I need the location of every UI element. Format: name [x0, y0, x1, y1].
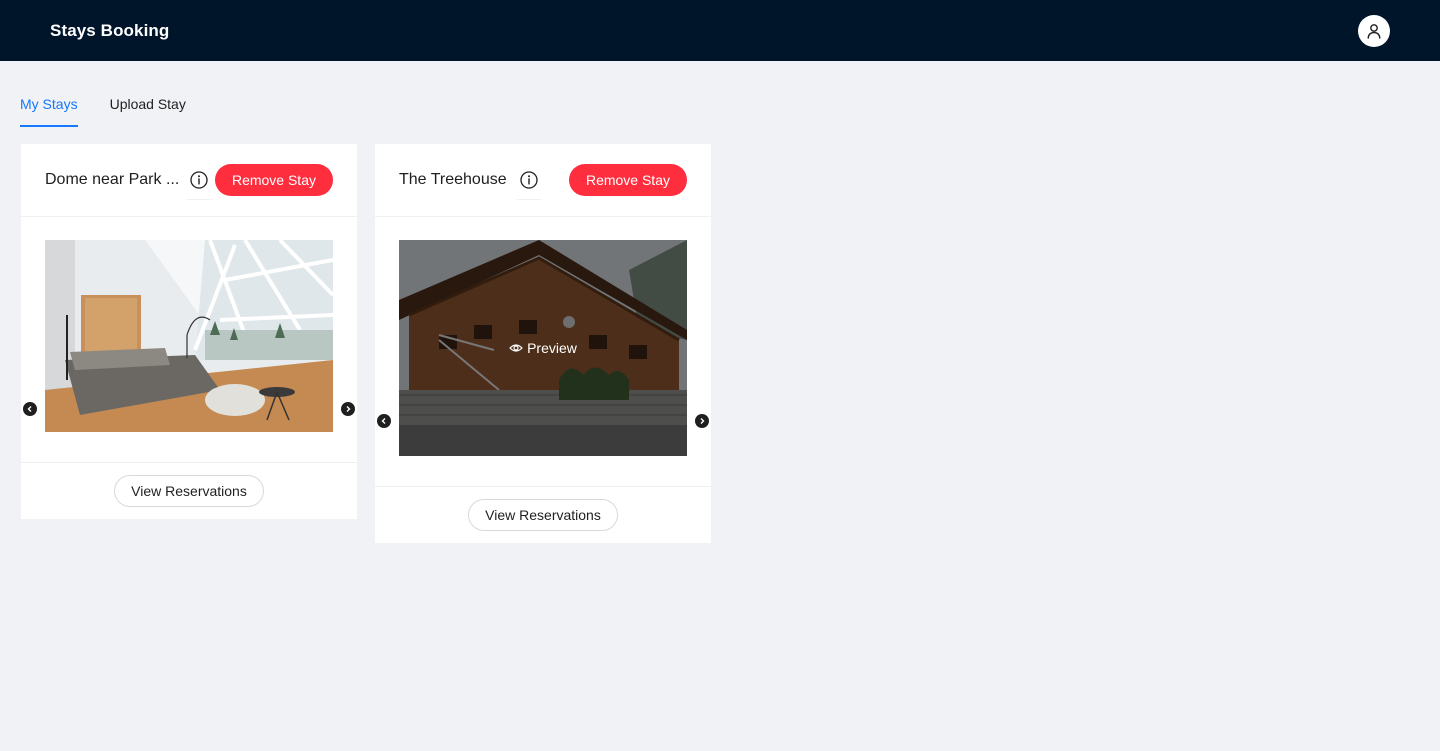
chevron-left-icon: [27, 406, 32, 412]
chevron-right-icon: [700, 418, 705, 424]
photo-frame[interactable]: Preview: [399, 240, 687, 456]
stay-title: Dome near Park ...: [45, 171, 180, 188]
carousel-next-button[interactable]: [695, 414, 709, 428]
tab-my-stays[interactable]: My Stays: [20, 84, 78, 127]
preview-overlay[interactable]: Preview: [399, 240, 687, 456]
remove-stay-button[interactable]: Remove Stay: [214, 164, 333, 196]
view-reservations-button[interactable]: View Reservations: [114, 475, 264, 507]
card-footer: View Reservations: [375, 486, 711, 543]
carousel-prev-button[interactable]: [23, 402, 37, 416]
top-navbar: Stays Booking: [0, 0, 1440, 61]
card-footer: View Reservations: [21, 462, 357, 519]
user-avatar[interactable]: [1358, 14, 1390, 47]
chevron-left-icon: [381, 418, 386, 424]
eye-icon: [509, 344, 523, 352]
info-button[interactable]: [516, 164, 541, 200]
info-button[interactable]: [187, 164, 212, 200]
photo-carousel: [21, 217, 357, 462]
view-reservations-button[interactable]: View Reservations: [468, 499, 618, 531]
carousel-next-button[interactable]: [341, 402, 355, 416]
chevron-right-icon: [346, 406, 351, 412]
carousel-prev-button[interactable]: [377, 414, 391, 428]
dome-bedroom-photo: [45, 240, 333, 432]
photo-carousel: Preview: [375, 217, 711, 486]
tab-upload-stay[interactable]: Upload Stay: [110, 84, 186, 127]
stay-card: Dome near Park ... Remove Stay View Rese…: [21, 144, 357, 519]
stay-card-list: Dome near Park ... Remove Stay View Rese…: [21, 144, 711, 543]
stay-tabs: My Stays Upload Stay: [20, 84, 186, 127]
info-icon: [190, 170, 208, 189]
card-header: Dome near Park ... Remove Stay: [21, 144, 357, 217]
stay-card: The Treehouse Remove Stay Preview View R…: [375, 144, 711, 543]
app-title: Stays Booking: [50, 20, 170, 40]
preview-label: Preview: [527, 340, 577, 356]
card-header: The Treehouse Remove Stay: [375, 144, 711, 217]
info-icon: [519, 170, 538, 189]
user-icon: [1367, 23, 1381, 39]
remove-stay-button[interactable]: Remove Stay: [568, 164, 687, 196]
stay-title: The Treehouse: [399, 171, 507, 188]
